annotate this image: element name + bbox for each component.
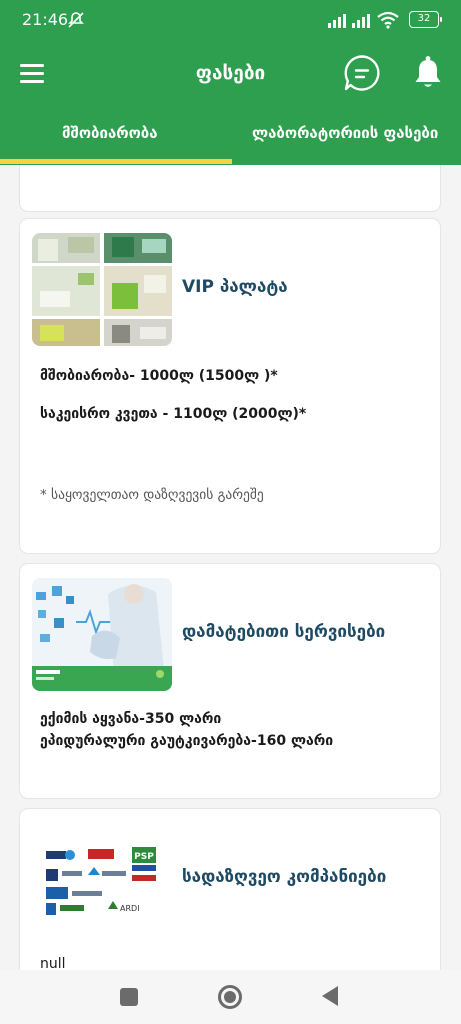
tab-laboratory-prices[interactable]: ლაბორატორიის ფასები [252,124,438,142]
services-image [32,578,172,691]
vip-ward-photo-collage [32,233,172,346]
service-epidural-price: ეპიდურალური გაუტკივარება-160 ლარი [40,733,334,749]
tab-active-indicator [0,159,232,164]
page-title: ფასები [195,62,266,84]
insurance-companies-card[interactable]: PSP ARDI სადაზღვეო კომპანიები null [19,808,441,970]
chat-button[interactable] [343,54,381,92]
svg-text:PSP: PSP [134,852,154,862]
vip-ward-card[interactable]: VIP პალატა მშობიარობა- 1000ლ (1500ლ )* ს… [19,218,441,554]
vip-ward-title: VIP პალატა [182,277,288,297]
tab-childbirth[interactable]: მშობიარობა [62,124,158,142]
vip-price-cesarean: საკეისრო კვეთა - 1100ლ (2000ლ)* [40,406,307,422]
price-card[interactable] [19,165,441,212]
recent-apps-button[interactable] [120,988,138,1006]
back-button[interactable] [322,986,338,1006]
insurance-note: * საყოველთაო დაზღვევის გარეშე [40,487,264,503]
system-navigation-bar [0,970,461,1024]
app-bar: ფასები [0,40,461,110]
bell-icon [415,56,441,87]
chat-icon [344,55,380,91]
insurance-title: სადაზღვეო კომპანიები [182,867,387,887]
signal-icon [327,12,347,32]
insurance-logos: PSP ARDI [32,823,172,936]
services-title: დამატებითი სერვისები [182,622,386,642]
price-list[interactable]: VIP პალატა მშობიარობა- 1000ლ (1500ლ )* ს… [0,165,461,970]
svg-text:ARDI: ARDI [120,904,140,913]
mute-icon [66,10,86,34]
insurance-text: null [40,956,66,970]
battery-icon: 32 [409,11,442,28]
signal-icon [351,12,371,32]
vip-price-birth: მშობიარობა- 1000ლ (1500ლ )* [40,368,278,384]
wifi-icon [377,11,399,33]
notifications-button[interactable] [413,55,443,91]
status-time: 21:46 [22,10,69,29]
home-button[interactable] [218,985,242,1009]
additional-services-card[interactable]: დამატებითი სერვისები ექიმის აყვანა-350 ლ… [19,563,441,799]
status-bar: 21:46 32 [0,0,461,40]
service-doctor-price: ექიმის აყვანა-350 ლარი [40,711,222,727]
tab-bar: მშობიარობა ლაბორატორიის ფასები [0,110,461,165]
